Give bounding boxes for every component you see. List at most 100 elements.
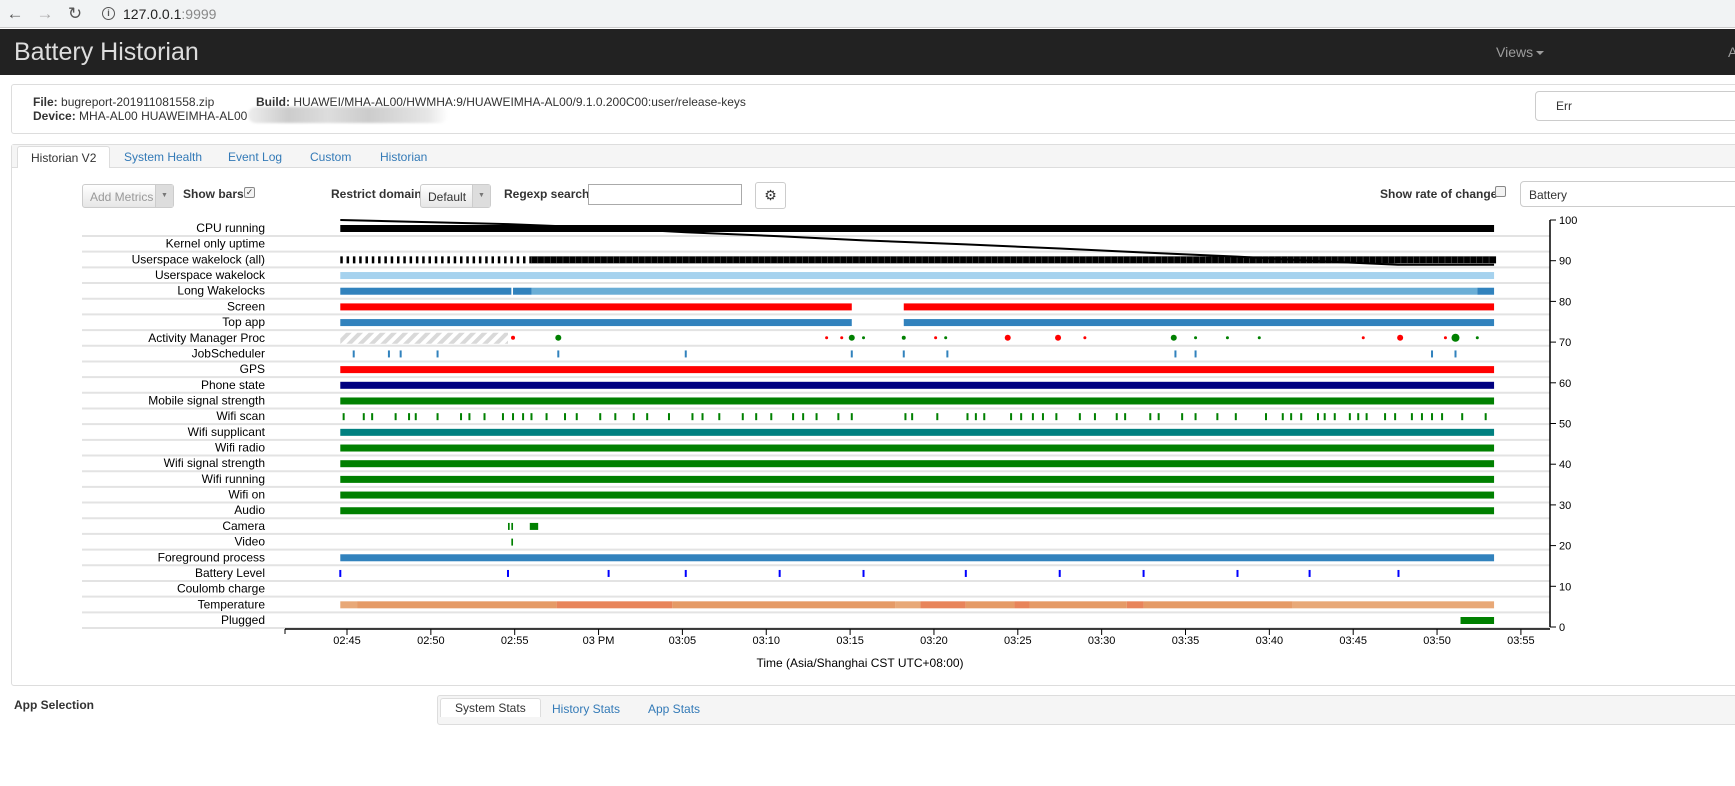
- event-mark: [1281, 413, 1284, 421]
- event-mark: [1365, 413, 1368, 421]
- row-label: Screen: [227, 299, 265, 313]
- url-host: 127.0.0.1: [123, 5, 182, 22]
- y2-tick-label: 70: [1559, 337, 1571, 349]
- bar-segment: [672, 601, 896, 609]
- bar-segment: [340, 381, 1495, 389]
- bar-segment: [1143, 601, 1293, 609]
- views-menu[interactable]: Views: [1496, 44, 1545, 60]
- wakelock-tick: [516, 256, 520, 264]
- timeline-chart[interactable]: CPU runningKernel only uptimeUserspace w…: [0, 170, 1735, 680]
- tab-app-stats[interactable]: App Stats: [648, 702, 700, 716]
- nav-extra-menu[interactable]: A: [1728, 44, 1735, 60]
- x-tick-label: 03:40: [1256, 635, 1284, 647]
- y2-tick-label: 60: [1559, 378, 1571, 390]
- bar-segment: [357, 601, 557, 609]
- event-mark: [1431, 350, 1434, 358]
- x-tick-label: 03:20: [920, 635, 948, 647]
- wakelock-tick: [522, 256, 526, 264]
- event-mark: [614, 413, 617, 421]
- event-mark: [1264, 413, 1267, 421]
- wakelock-tick: [478, 256, 482, 264]
- y2-tick-label: 0: [1559, 622, 1565, 634]
- event-dot: [840, 336, 844, 340]
- event-mark: [501, 413, 504, 421]
- event-dot: [901, 335, 906, 340]
- app-title[interactable]: Battery Historian: [14, 38, 199, 67]
- event-mark: [778, 569, 781, 577]
- row-label: Plugged: [221, 613, 265, 627]
- y2-tick-label: 10: [1559, 581, 1571, 593]
- wakelock-tick: [466, 256, 469, 264]
- event-mark: [408, 413, 411, 421]
- row-label: Wifi signal strength: [164, 456, 265, 470]
- address-bar[interactable]: i 127.0.0.1:9999: [102, 6, 216, 22]
- x-tick-label: 03:25: [1004, 635, 1032, 647]
- bar-segment: [340, 225, 1495, 232]
- tab-historian-v2[interactable]: Historian V2: [17, 146, 111, 168]
- bar-segment: [340, 319, 508, 327]
- wakelock-tick: [403, 256, 406, 264]
- file-value: bugreport-201911081558.zip: [61, 95, 215, 109]
- bar-segment: [1126, 601, 1144, 609]
- event-mark: [1410, 413, 1413, 421]
- row-label: Phone state: [201, 378, 265, 392]
- event-dot: [1397, 334, 1404, 341]
- event-mark: [371, 413, 374, 421]
- y2-tick-label: 90: [1559, 256, 1571, 268]
- event-mark: [1236, 569, 1239, 577]
- wakelock-tick: [485, 256, 488, 264]
- event-mark: [1323, 413, 1326, 421]
- x-tick-label: 02:55: [501, 635, 529, 647]
- event-mark: [339, 569, 342, 577]
- tab-system-stats[interactable]: System Stats: [440, 698, 541, 717]
- x-tick-label: 03:10: [752, 635, 780, 647]
- event-dot: [934, 336, 938, 340]
- event-mark: [1308, 569, 1311, 577]
- row-label: Kernel only uptime: [166, 237, 266, 251]
- event-mark: [964, 569, 967, 577]
- bar-segment: [1014, 601, 1030, 609]
- errors-button[interactable]: Err: [1535, 91, 1735, 121]
- device-info: Device: MHA-AL00 HUAWEIMHA-AL00: [33, 109, 247, 123]
- tab-custom[interactable]: Custom: [310, 146, 351, 168]
- event-mark: [512, 413, 515, 421]
- info-icon[interactable]: i: [102, 7, 115, 20]
- row-label: Wifi on: [228, 488, 265, 502]
- tab-event-log[interactable]: Event Log: [228, 146, 282, 168]
- tab-history-stats[interactable]: History Stats: [552, 702, 620, 716]
- tab-historian[interactable]: Historian: [380, 146, 427, 168]
- wakelock-tick: [352, 256, 356, 264]
- event-mark: [575, 413, 578, 421]
- bar-segment: [340, 444, 1495, 452]
- tab-system-health[interactable]: System Health: [124, 146, 202, 168]
- event-mark: [1174, 350, 1177, 358]
- bar-segment: [340, 507, 1495, 515]
- wakelock-tick: [371, 256, 375, 264]
- file-info: File: bugreport-201911081558.zip: [33, 95, 214, 109]
- event-mark: [599, 413, 602, 421]
- wakelock-tick: [409, 256, 413, 264]
- event-mark: [936, 413, 939, 421]
- event-dot: [555, 334, 562, 341]
- event-dot: [1451, 333, 1460, 342]
- arrow-right-icon[interactable]: →: [30, 4, 60, 24]
- wakelock-tick: [422, 256, 425, 264]
- event-mark: [1093, 413, 1096, 421]
- reload-icon[interactable]: ↻: [60, 4, 90, 24]
- row-label: Temperature: [198, 597, 266, 611]
- row-label: Coulomb charge: [177, 582, 265, 596]
- event-dot: [1361, 336, 1365, 340]
- bar-segment: [895, 601, 921, 609]
- arrow-left-icon[interactable]: ←: [0, 4, 30, 24]
- row-label: Wifi supplicant: [188, 425, 266, 439]
- caret-down-icon: [1536, 51, 1545, 56]
- x-tick-label: 03:35: [1172, 635, 1200, 647]
- wakelock-tick: [459, 256, 463, 264]
- bar-segment: [1029, 601, 1127, 609]
- event-mark: [1181, 413, 1184, 421]
- bar-segment: [556, 601, 673, 609]
- event-mark: [1194, 350, 1197, 358]
- event-mark: [902, 350, 905, 358]
- event-mark: [564, 413, 567, 421]
- bar-segment: [903, 303, 1495, 311]
